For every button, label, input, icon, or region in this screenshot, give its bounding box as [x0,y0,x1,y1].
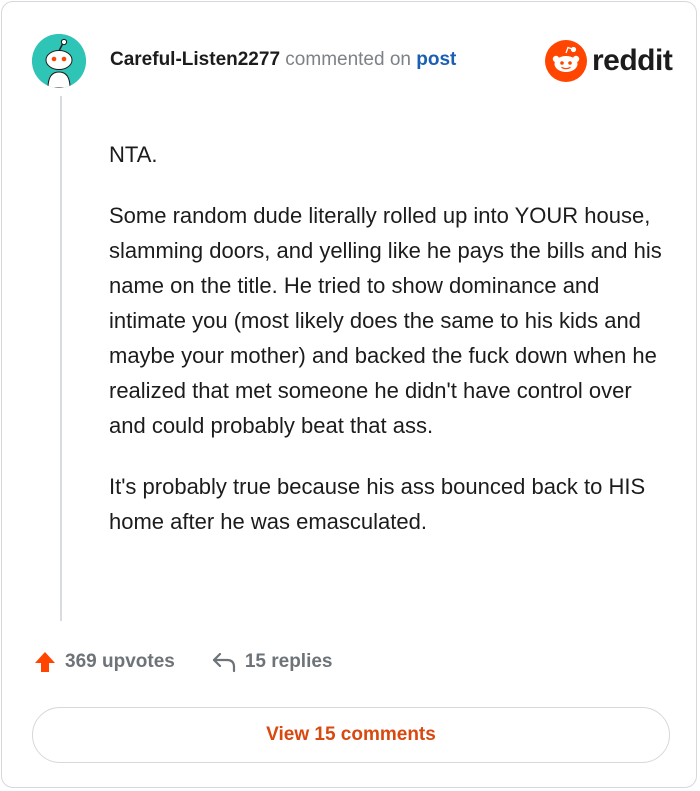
thread-line[interactable] [60,96,62,621]
reddit-snoo-icon [545,40,587,82]
post-link[interactable]: post [416,49,456,70]
comment-footer: 369 upvotes 15 replies [33,650,333,674]
comment-paragraph: It's probably true because his ass bounc… [109,474,646,534]
comment-card: Careful-Listen2277 commented on post red… [1,1,697,788]
view-comments-button[interactable]: View 15 comments [32,707,670,763]
comment-body: NTA. Some random dude literally rolled u… [109,137,669,565]
comment-paragraph: Some random dude literally rolled up int… [109,203,662,438]
snoo-avatar-icon [32,34,86,88]
user-avatar[interactable] [32,34,86,88]
reddit-logo[interactable]: reddit [545,40,673,82]
comment-paragraph: NTA. [109,142,158,167]
upvote-count: 369 upvotes [65,651,175,672]
reddit-wordmark: reddit [592,44,673,77]
reply-count: 15 replies [244,651,333,672]
username-link[interactable]: Careful-Listen2277 [110,49,280,70]
commented-on-label: commented on [285,49,411,70]
upvote-arrow-icon [35,652,55,672]
reply-arrow-icon [212,652,235,673]
upvote-button[interactable]: 369 upvotes [33,650,175,674]
comment-header: Careful-Listen2277 commented on post [110,48,456,72]
replies-button[interactable]: 15 replies [211,651,333,673]
